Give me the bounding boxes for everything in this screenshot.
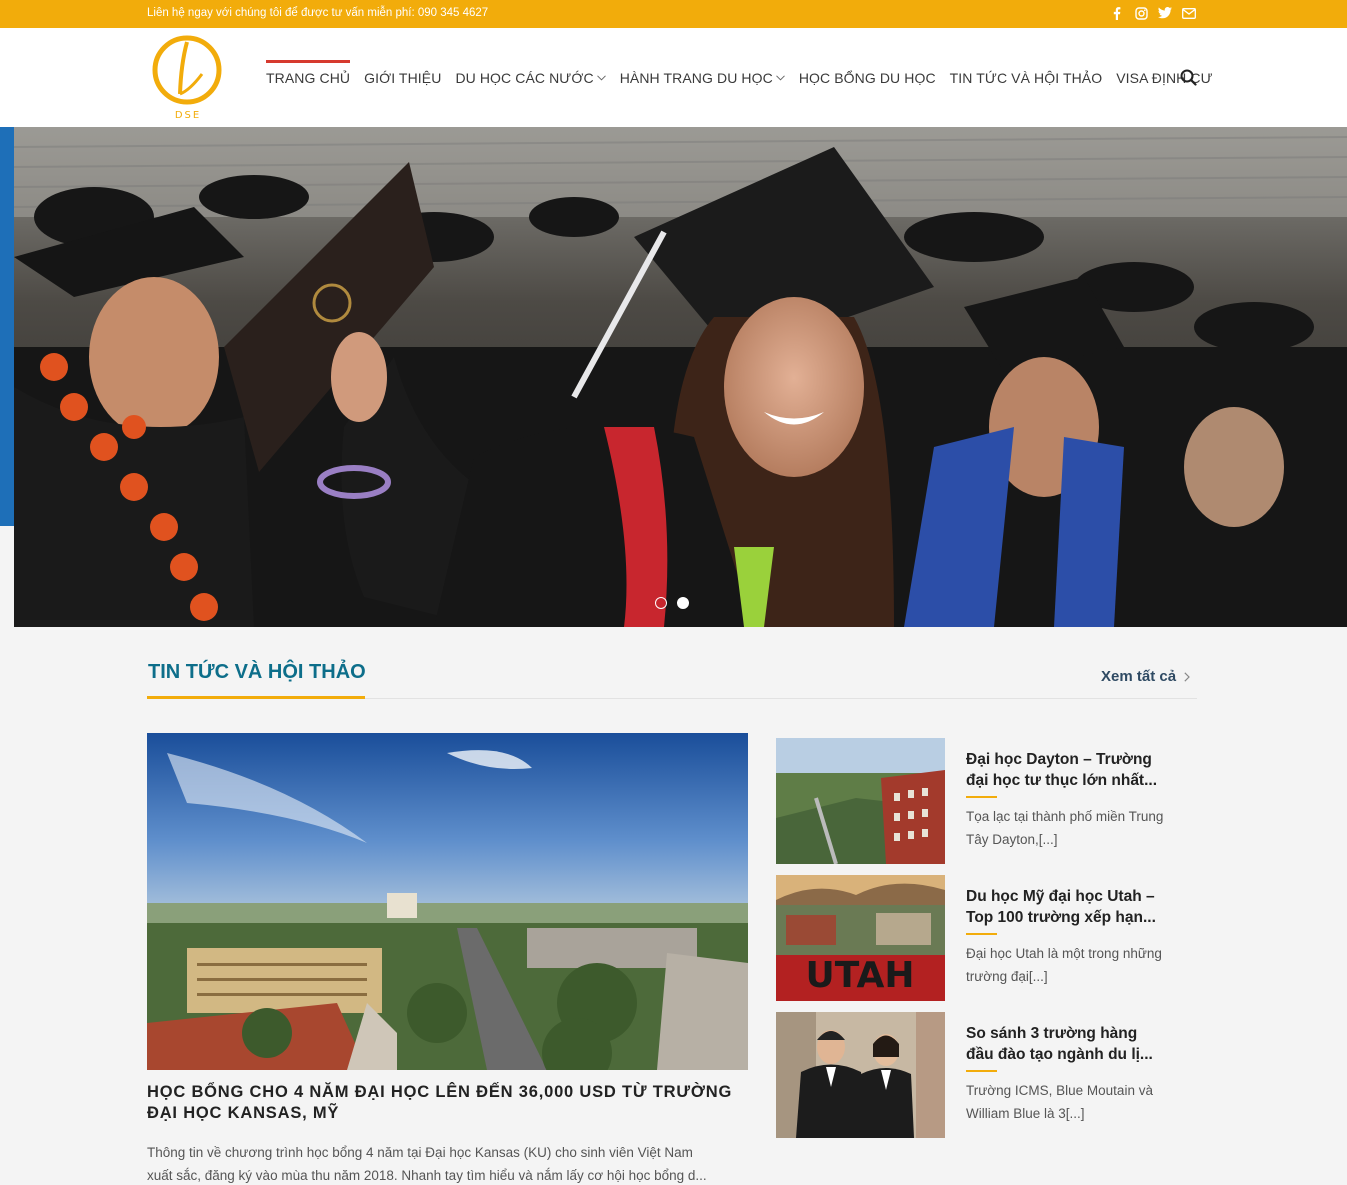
nav-item-about[interactable]: GIỚI THIỆU (364, 28, 441, 127)
title-line: Du học Mỹ đại học Utah – (966, 888, 1155, 905)
site-header: DSE TRANG CHỦ GIỚI THIỆU DU HỌC CÁC NƯỚC… (0, 28, 1347, 127)
side-article-excerpt: Tọa lạc tại thành phố miền Trung Tây Day… (966, 809, 1164, 847)
side-article-title[interactable]: Đại học Dayton – Trường đại học tư thục … (966, 749, 1178, 791)
side-article-thumbnail[interactable]: UTAH (776, 875, 945, 1001)
chevron-down-icon (775, 74, 785, 81)
search-icon[interactable] (1180, 69, 1197, 86)
title-line: đại học tư thục lớn nhất... (966, 772, 1158, 789)
nav-label: VISA ĐỊNH CƯ (1116, 69, 1213, 86)
nav-item-scholarships[interactable]: HỌC BỔNG DU HỌC (799, 28, 936, 127)
nav-item-preparation[interactable]: HÀNH TRANG DU HỌC (620, 28, 785, 127)
facebook-icon[interactable] (1110, 6, 1124, 20)
excerpt-line: Thông tin về chương trình học bổng 4 năm… (147, 1145, 693, 1160)
title-accent (966, 933, 997, 935)
slider-dots (655, 597, 689, 609)
email-icon[interactable] (1182, 6, 1196, 20)
main-article-title[interactable]: HỌC BỔNG CHO 4 NĂM ĐẠI HỌC LÊN ĐẾN 36,00… (147, 1082, 747, 1124)
see-all-link[interactable]: Xem tất cả (1101, 668, 1190, 685)
nav-label: DU HỌC CÁC NƯỚC (455, 69, 594, 86)
side-article-thumbnail[interactable] (776, 1012, 945, 1138)
side-article-excerpt: Đại học Utah là một trong những trường đ… (966, 946, 1162, 984)
side-article[interactable]: Đại học Dayton – Trường đại học tư thục … (776, 738, 1196, 864)
side-article-thumbnail[interactable] (776, 738, 945, 864)
slider-dot-1[interactable] (655, 597, 667, 609)
see-all-label: Xem tất cả (1101, 668, 1177, 685)
nav-label: TRANG CHỦ (266, 69, 351, 86)
slider-edge (0, 127, 14, 526)
site-logo[interactable]: DSE (150, 34, 226, 121)
top-bar: Liên hệ ngay với chúng tôi để được tư vấ… (0, 0, 1347, 28)
main-article-image[interactable] (147, 733, 748, 1070)
title-accent (966, 1070, 997, 1072)
contact-message: Liên hệ ngay với chúng tôi để được tư vấ… (147, 7, 489, 19)
twitter-icon[interactable] (1158, 6, 1172, 20)
utah-sign-text: UTAH (806, 955, 915, 996)
section-title: TIN TỨC VÀ HỘI THẢO (148, 661, 366, 683)
chevron-right-icon (1184, 671, 1190, 682)
nav-item-study-abroad[interactable]: DU HỌC CÁC NƯỚC (455, 28, 606, 127)
section-title-underline (147, 696, 365, 699)
nav-label: TIN TỨC VÀ HỘI THẢO (949, 69, 1103, 86)
side-article-title[interactable]: Du học Mỹ đại học Utah – Top 100 trường … (966, 886, 1178, 928)
nav-item-visa[interactable]: VISA ĐỊNH CƯ (1116, 28, 1212, 127)
main-nav: TRANG CHỦ GIỚI THIỆU DU HỌC CÁC NƯỚC HÀN… (266, 28, 1227, 127)
chevron-down-icon (596, 74, 606, 81)
nav-item-news[interactable]: TIN TỨC VÀ HỘI THẢO (950, 28, 1103, 127)
instagram-icon[interactable] (1134, 6, 1148, 20)
nav-label: HÀNH TRANG DU HỌC (619, 69, 773, 86)
nav-label: GIỚI THIỆU (364, 69, 442, 86)
slider-dot-2[interactable] (677, 597, 689, 609)
side-article[interactable]: UTAH Du học Mỹ đại học Utah – Top 100 tr… (776, 875, 1196, 1001)
svg-text:DSE: DSE (175, 110, 201, 120)
excerpt-line: xuất sắc, đăng ký vào mùa thu năm 2018. … (147, 1168, 707, 1183)
title-accent (966, 796, 997, 798)
side-article-title[interactable]: So sánh 3 trường hàng đầu đào tạo ngành … (966, 1023, 1178, 1065)
hero-slider-image (14, 127, 1347, 627)
title-line: Đại học Dayton – Trường (966, 751, 1152, 768)
title-line: Top 100 trường xếp hạn... (966, 909, 1156, 926)
nav-label: HỌC BỔNG DU HỌC (798, 69, 936, 86)
title-line: đầu đào tạo ngành du lị... (966, 1046, 1153, 1063)
side-article[interactable]: So sánh 3 trường hàng đầu đào tạo ngành … (776, 1012, 1196, 1138)
side-article-excerpt: Trường ICMS, Blue Moutain và William Blu… (966, 1083, 1153, 1121)
main-article-excerpt: Thông tin về chương trình học bổng 4 năm… (147, 1141, 747, 1185)
social-links (1110, 6, 1196, 20)
title-line: So sánh 3 trường hàng (966, 1025, 1138, 1042)
nav-item-home[interactable]: TRANG CHỦ (266, 28, 351, 127)
